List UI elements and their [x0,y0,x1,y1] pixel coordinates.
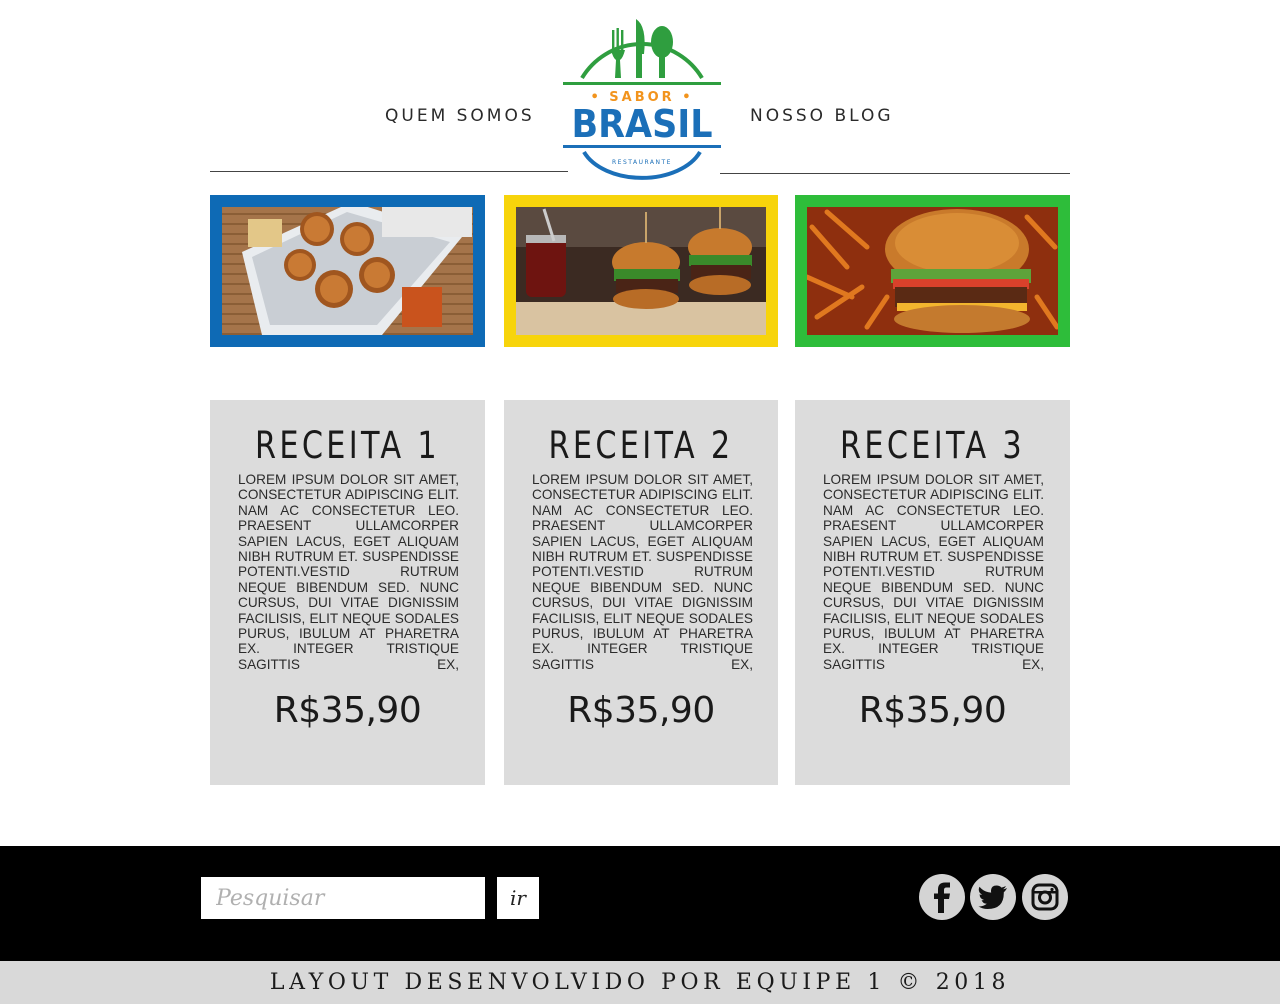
recipe-card-title: RECEITA 1 [255,424,440,467]
recipe-card-description: Lorem ipsum dolor sit amet, consectetur … [532,472,753,672]
recipe-card-2[interactable]: RECEITA 2 Lorem ipsum dolor sit amet, co… [504,400,778,785]
instagram-link[interactable] [1022,874,1068,920]
recipe-card-price: R$35,90 [858,690,1007,731]
recipe-card-3[interactable]: RECEITA 3 Lorem ipsum dolor sit amet, co… [795,400,1070,785]
nav-link-nosso-blog[interactable]: NOSSO BLOG [750,106,894,126]
nav-link-quem-somos[interactable]: QUEM SOMOS [385,106,535,126]
recipe-card-price: R$35,90 [567,690,715,731]
photo-burgers-lunchbox [210,195,485,347]
recipe-card-title: RECEITA 2 [548,424,734,467]
recipe-card-price: R$35,90 [273,690,422,731]
logo-restaurante-text: RESTAURANTE [612,159,672,166]
burger-fries-image [807,207,1058,335]
photo-mini-burgers [504,195,778,347]
burger-lunchbox-image [222,207,473,335]
photo-burger-fries [795,195,1070,347]
twitter-icon [978,885,1007,909]
sabor-brasil-logo[interactable]: • SABOR • BRASIL RESTAURANTE [556,12,728,208]
recipe-card-1[interactable]: RECEITA 1 Lorem ipsum dolor sit amet, co… [210,400,485,785]
recipe-card-description: Lorem ipsum dolor sit amet, consectetur … [238,472,459,672]
recipe-card-title: RECEITA 3 [840,424,1025,467]
mini-burgers-image [516,207,766,335]
footer-bar: ir [0,846,1280,961]
footer-credits: LAYOUT DESENVOLVIDO POR EQUIPE 1 © 2018 [0,961,1280,1004]
facebook-icon [934,882,950,913]
search-button[interactable]: ir [497,877,539,919]
facebook-link[interactable] [919,874,965,920]
search-input[interactable] [201,877,485,919]
header-divider-left [210,171,568,172]
recipe-card-description: Lorem ipsum dolor sit amet, consectetur … [823,472,1044,672]
header-divider-right [720,173,1070,174]
logo-brasil-text: BRASIL [571,102,713,146]
twitter-link[interactable] [970,874,1016,920]
instagram-icon [1031,883,1059,911]
